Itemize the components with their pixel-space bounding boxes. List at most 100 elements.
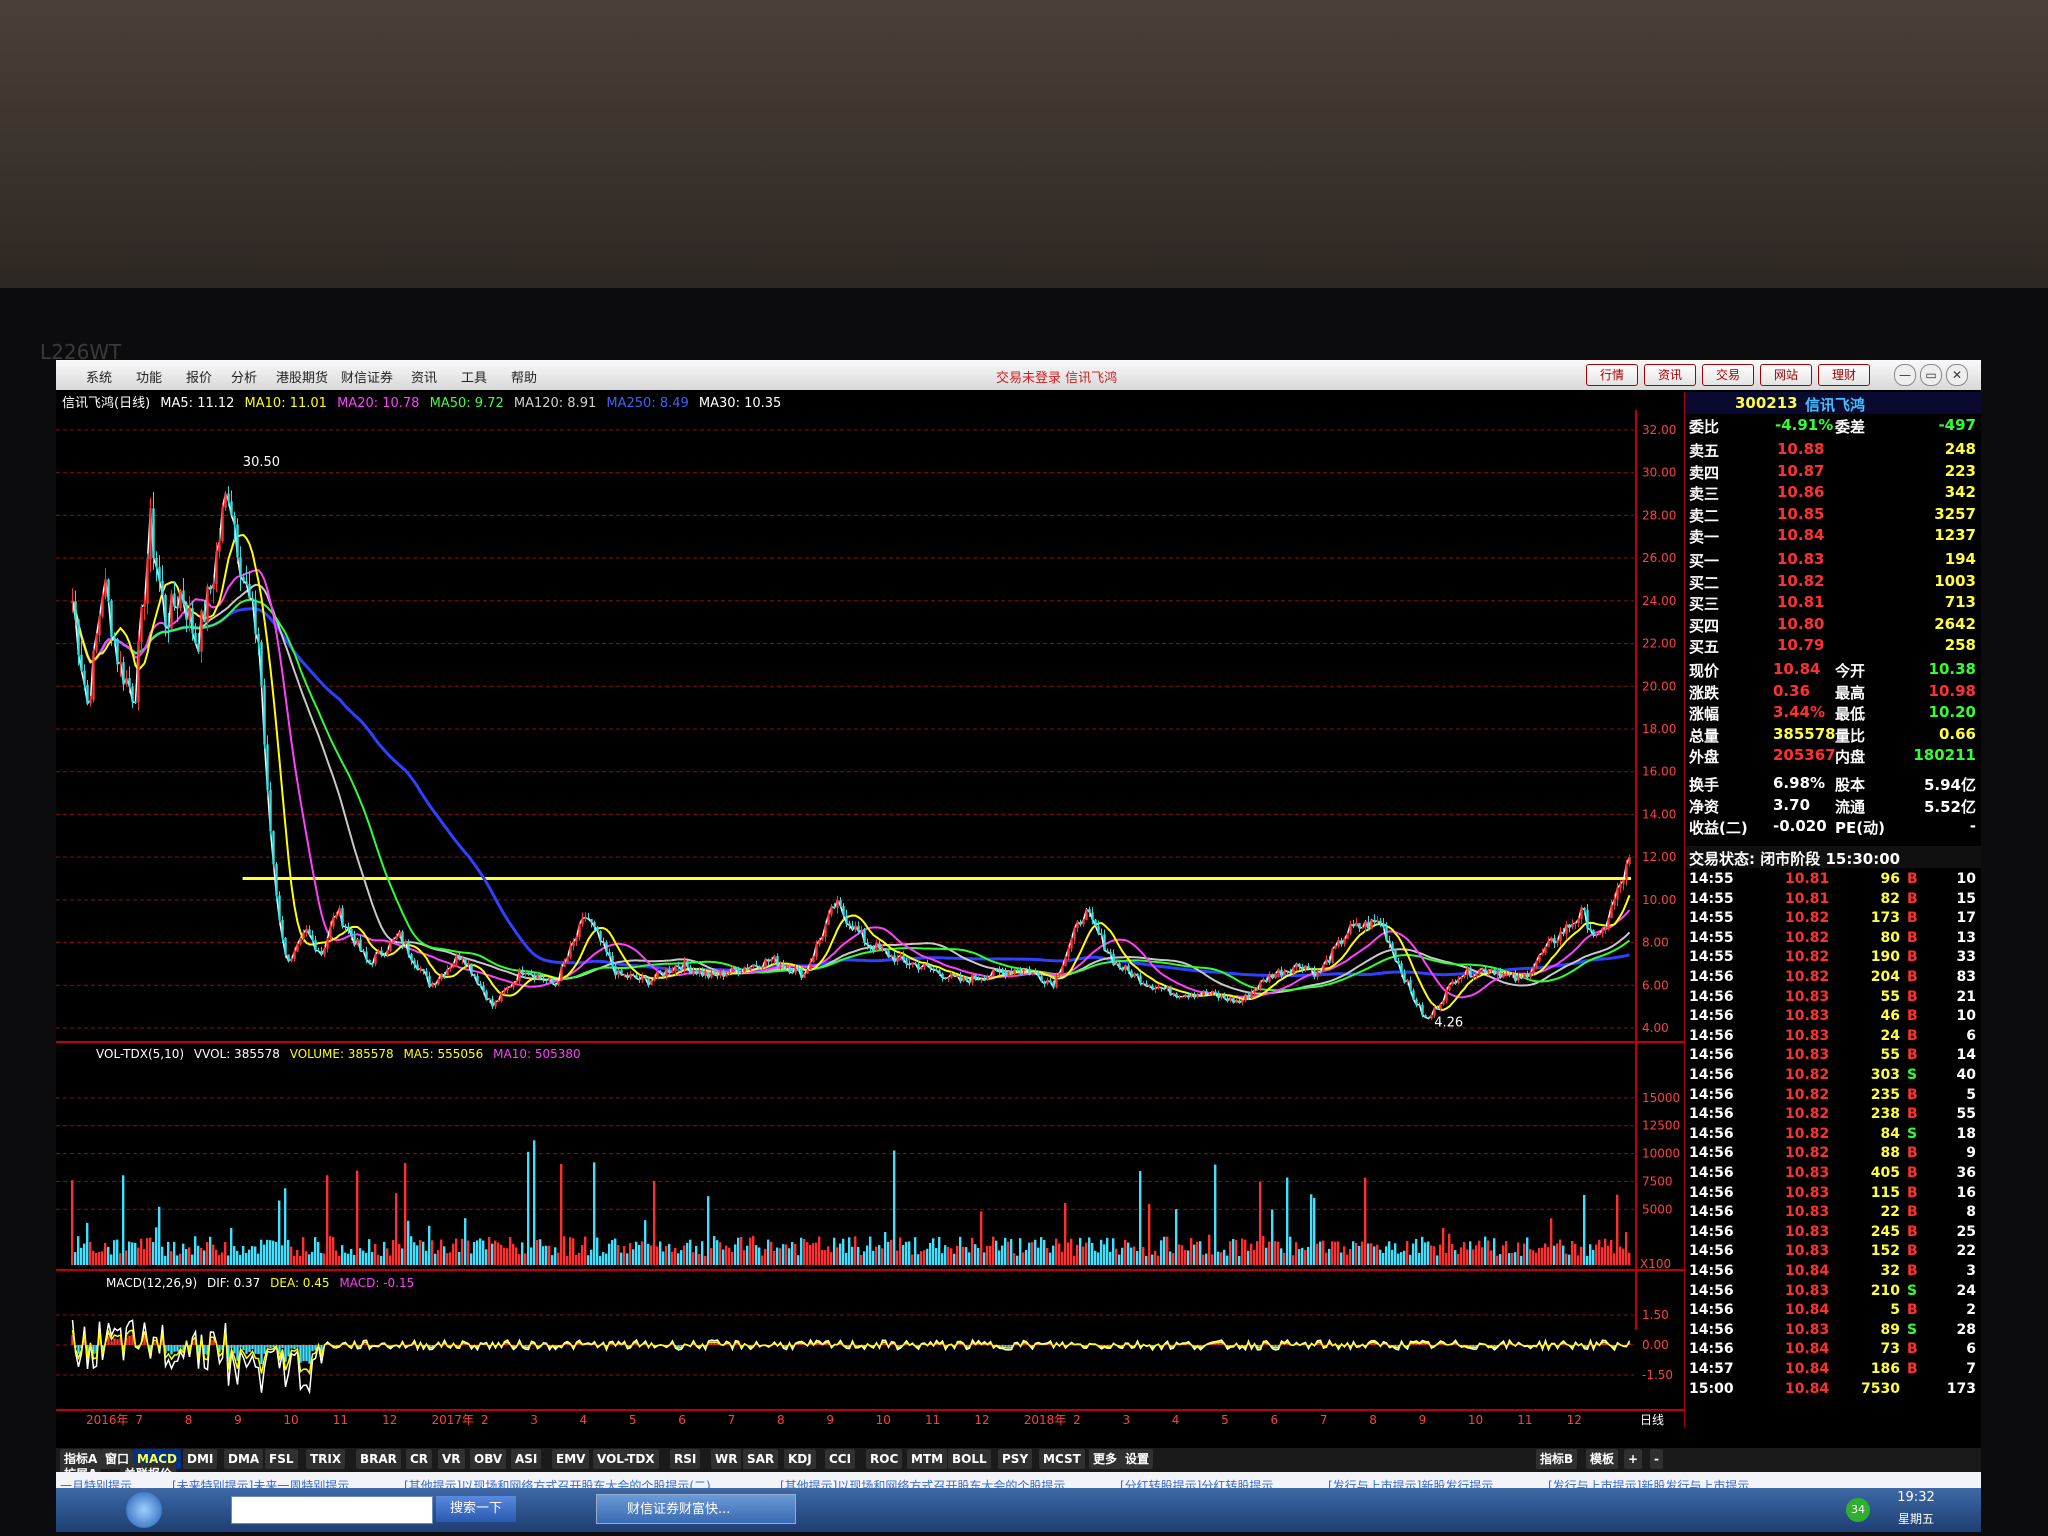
indicator-tab-cci[interactable]: CCI [825,1449,856,1469]
indicator-tab-obv[interactable]: OBV [470,1449,507,1469]
indicator-tab-[interactable]: 设置 [1121,1449,1154,1469]
candle-body [1139,975,1142,984]
top-button-market[interactable]: 行情 [1586,364,1638,386]
top-button-website[interactable]: 网站 [1760,364,1812,386]
candle-body [1037,972,1040,977]
right-tab[interactable]: + [1624,1449,1643,1469]
candle-body [1628,857,1631,864]
menu-system[interactable]: 系统 [86,367,112,386]
ask-price: 10.86 [1777,483,1825,501]
candle-body [1079,922,1082,925]
candle-body [1529,972,1532,978]
candle-body [1451,981,1454,985]
indicator-tab-wr[interactable]: WR [711,1449,742,1469]
menu-tools[interactable]: 工具 [461,367,487,386]
volume-bar [788,1248,791,1265]
bid-volume: 2642 [1934,614,1976,633]
indicator-tab-boll[interactable]: BOLL [948,1449,991,1469]
candle-body [227,493,230,502]
volume-bar [944,1245,947,1265]
menu-info[interactable]: 资讯 [411,367,437,386]
indicator-tab-dmi[interactable]: DMI [183,1449,218,1469]
indicator-tab-voltdx[interactable]: VOL-TDX [593,1449,659,1469]
candle-body [743,967,746,972]
right-tab[interactable]: 指标B [1536,1449,1578,1469]
indicator-tab-trix[interactable]: TRIX [306,1449,346,1469]
top-button-news[interactable]: 资讯 [1644,364,1696,386]
volume-bar [686,1242,689,1265]
indicator-tab-sar[interactable]: SAR [743,1449,779,1469]
right-tab[interactable]: - [1650,1449,1663,1469]
indicator-tab-cr[interactable]: CR [406,1449,433,1469]
candle-body [422,968,425,971]
candle-body [110,600,113,638]
volume-bar [986,1245,989,1265]
search-button[interactable]: 搜索一下 [436,1496,516,1522]
indicator-tab-mtm[interactable]: MTM [907,1449,948,1469]
indicator-tab-brar[interactable]: BRAR [356,1449,401,1469]
clock-time: 19:32 [1897,1490,1935,1505]
indicator-tab-mcst[interactable]: MCST [1039,1449,1085,1469]
start-icon[interactable] [126,1492,162,1528]
candle-body [683,961,686,970]
indicator-tab-emv[interactable]: EMV [552,1449,590,1469]
candle-body [629,974,632,978]
right-tab[interactable]: 模板 [1586,1449,1619,1469]
menu-hk-futures[interactable]: 港股期货 [276,367,328,386]
macd-bar [1412,1343,1415,1345]
candle-body [242,576,245,582]
tick-side: S [1907,1125,1918,1142]
candle-body [533,974,536,979]
tick-volume: 186 [1870,1361,1900,1377]
candle-body [812,956,815,963]
tick-price: 10.83 [1785,1223,1830,1240]
tick-price: 10.83 [1785,1008,1830,1025]
candle-body [677,965,680,967]
minimize-icon[interactable]: — [1894,364,1916,386]
taskbar-app[interactable]: 财信证券财富快... [596,1494,796,1524]
volume-bar [1073,1255,1076,1265]
candle-body [377,950,380,955]
volume-bar [296,1250,299,1265]
volume-bar [1019,1238,1022,1265]
indicator-tab-roc[interactable]: ROC [866,1449,903,1469]
volume-bar [1436,1255,1439,1265]
volume-bar [389,1255,392,1265]
volume-bar [236,1250,239,1265]
search-input[interactable] [231,1496,433,1524]
indicator-tab-kdj[interactable]: KDJ [784,1449,816,1469]
indicator-tab-asi[interactable]: ASI [511,1449,542,1469]
indicator-tab-psy[interactable]: PSY [998,1449,1033,1469]
candle-body [626,974,629,978]
stat-value: 10.20 [1928,703,1976,721]
indicator-tab-rsi[interactable]: RSI [670,1449,701,1469]
volume-bar [1205,1253,1208,1265]
candle-body [284,938,287,955]
menu-function[interactable]: 功能 [136,367,162,386]
candle-body [332,917,335,927]
indicator-tab-vr[interactable]: VR [438,1449,465,1469]
candle-body [707,972,710,978]
close-icon[interactable]: ✕ [1946,364,1968,386]
restore-icon[interactable]: ▭ [1920,364,1942,386]
menu-analysis[interactable]: 分析 [231,367,257,386]
top-button-finance[interactable]: 理财 [1818,364,1870,386]
menu-quote[interactable]: 报价 [186,367,212,386]
candle-body [554,983,557,986]
candle-body [116,639,119,665]
volume-bar [1562,1245,1565,1265]
volume-bar [71,1180,74,1265]
stat2-label: 收益(二) [1689,819,1748,837]
tick-side: B [1907,1204,1918,1221]
indicator-tab-[interactable]: 更多 [1089,1449,1122,1469]
indicator-tab-fsl[interactable]: FSL [265,1449,298,1469]
indicator-tab-dma[interactable]: DMA [224,1449,264,1469]
candle-body [1442,1000,1445,1005]
top-button-trade[interactable]: 交易 [1702,364,1754,386]
menu-help[interactable]: 帮助 [511,367,537,386]
date-tick-label: 12 [1567,1413,1582,1427]
menu-caixin[interactable]: 财信证券 [341,367,393,386]
volume-bar [533,1140,536,1265]
candle-body [953,973,956,977]
tray-badge[interactable]: 34 [1846,1498,1870,1522]
